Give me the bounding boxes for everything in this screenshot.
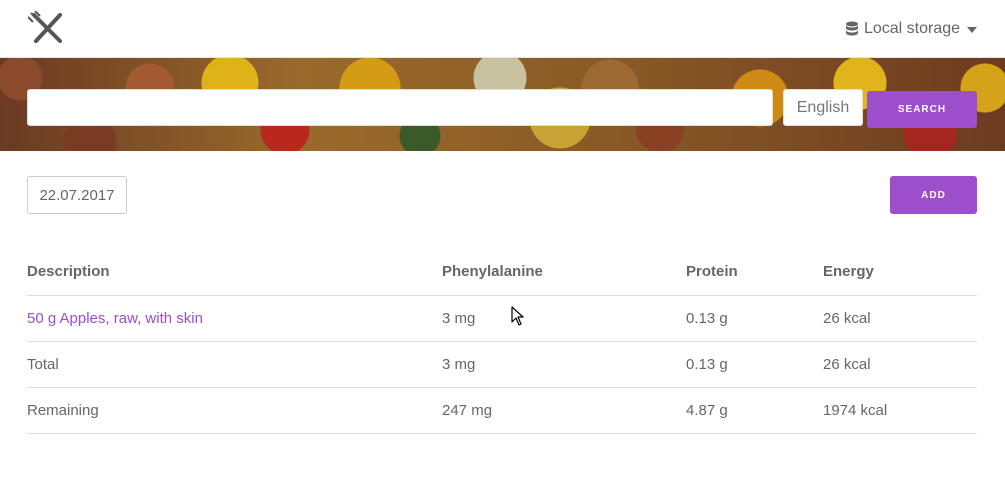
column-header-energy: Energy <box>823 249 977 296</box>
cell-energy: 1974 kcal <box>823 387 977 434</box>
cell-protein: 4.87 g <box>686 387 823 434</box>
cell-description: Total <box>27 341 442 388</box>
cell-energy: 26 kcal <box>823 341 977 388</box>
date-field[interactable]: 22.07.2017 <box>27 176 127 214</box>
column-header-phenylalanine: Phenylalanine <box>442 249 686 296</box>
storage-dropdown[interactable]: Local storage <box>845 20 977 38</box>
database-icon <box>845 21 858 36</box>
search-button[interactable]: SEARCH <box>867 91 977 128</box>
language-selector[interactable]: English <box>783 89 863 126</box>
add-button[interactable]: ADD <box>890 176 977 214</box>
column-header-protein: Protein <box>686 249 823 296</box>
storage-label: Local storage <box>863 20 960 37</box>
search-input[interactable] <box>27 89 773 126</box>
cell-phenylalanine: 3 mg <box>442 295 686 342</box>
cell-energy: 26 kcal <box>823 295 977 342</box>
mouse-pointer-icon <box>511 306 524 326</box>
food-item-link[interactable]: 50 g Apples, raw, with skin <box>27 295 442 342</box>
nutrition-table: Description Phenylalanine Protein Energy… <box>27 249 977 434</box>
cell-phenylalanine: 247 mg <box>442 387 686 434</box>
table-row[interactable]: 50 g Apples, raw, with skin 3 mg 0.13 g … <box>27 295 977 342</box>
caret-down-icon <box>967 26 977 33</box>
utensils-cross-icon[interactable] <box>28 11 66 45</box>
cell-phenylalanine: 3 mg <box>442 341 686 388</box>
column-header-description: Description <box>27 249 442 296</box>
cell-protein: 0.13 g <box>686 295 823 342</box>
top-navbar: Local storage <box>0 0 1005 58</box>
table-row-total: Total 3 mg 0.13 g 26 kcal <box>27 341 977 388</box>
cell-protein: 0.13 g <box>686 341 823 388</box>
table-header-row: Description Phenylalanine Protein Energy <box>27 249 977 296</box>
cell-description: Remaining <box>27 387 442 434</box>
table-row-remaining: Remaining 247 mg 4.87 g 1974 kcal <box>27 387 977 434</box>
